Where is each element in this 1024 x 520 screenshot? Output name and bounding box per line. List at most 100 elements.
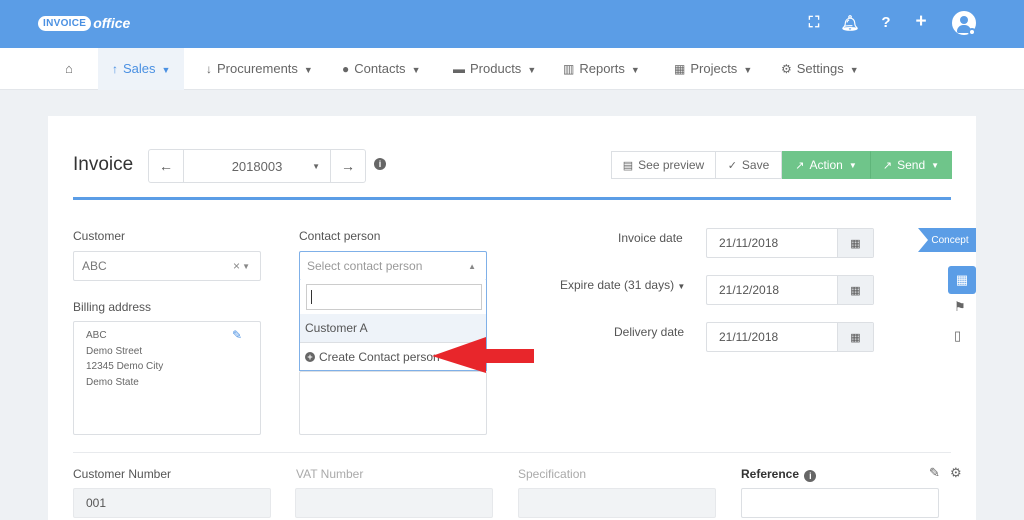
pencil-icon[interactable]: ✎ bbox=[929, 465, 940, 481]
customer-number-value: 001 bbox=[86, 496, 107, 510]
customer-number-field[interactable]: 001 bbox=[73, 488, 271, 518]
invoice-number-selector: ← 2018003 ▼ → bbox=[148, 149, 366, 183]
see-preview-label: See preview bbox=[638, 158, 705, 172]
delivery-date-label: Delivery date bbox=[614, 325, 685, 339]
contact-person-label: Contact person bbox=[299, 229, 381, 243]
expire-date-label-text: Expire date (31 days) bbox=[560, 278, 675, 292]
reference-label-text: Reference bbox=[741, 467, 800, 481]
expire-date-label[interactable]: Expire date (31 days) ▼ bbox=[560, 278, 685, 292]
arrow-up-icon: ↑ bbox=[112, 62, 118, 76]
send-label: Send bbox=[897, 158, 926, 172]
calendar-icon[interactable]: ▦ bbox=[948, 266, 976, 294]
invoice-date-value: 21/11/2018 bbox=[719, 236, 779, 250]
see-preview-button[interactable]: ▤ See preview bbox=[611, 151, 716, 179]
customer-select[interactable]: ABC × ▼ bbox=[73, 251, 261, 281]
main-nav: ⌂ ↑ Sales ▼ ↓ Procurements ▼ ● Contacts ▼ ▬ Pro… bbox=[0, 48, 1024, 90]
nav-item-label: Sales bbox=[123, 61, 156, 76]
customer-label: Customer bbox=[73, 229, 126, 243]
nav-item-label: Reports bbox=[579, 61, 625, 76]
vat-number-field[interactable] bbox=[295, 488, 493, 518]
chevron-down-icon: ▼ bbox=[630, 65, 640, 75]
file-icon[interactable]: ▯ bbox=[954, 328, 961, 344]
info-icon[interactable]: i bbox=[374, 158, 386, 170]
specification-field[interactable] bbox=[518, 488, 716, 518]
save-button[interactable]: ✓ Save bbox=[715, 151, 782, 179]
billing-address-label: Billing address bbox=[73, 300, 152, 314]
create-contact-label: Create Contact person bbox=[319, 349, 440, 364]
chevron-down-icon: ▼ bbox=[849, 65, 859, 75]
save-label: Save bbox=[741, 158, 770, 172]
flag-icon[interactable]: ⚑ bbox=[954, 299, 966, 315]
avatar-status-dot bbox=[968, 28, 976, 36]
gear-icon[interactable]: ⚙ bbox=[950, 465, 962, 481]
calendar-icon[interactable]: ▦ bbox=[837, 229, 873, 257]
chevron-down-icon: ▼ bbox=[411, 65, 421, 75]
nav-item-sales[interactable]: ↑ Sales ▼ bbox=[98, 48, 185, 90]
address-line: Demo State bbox=[86, 376, 139, 388]
header-divider bbox=[73, 197, 951, 200]
delivery-date-field[interactable]: 21/11/2018 ▦ bbox=[706, 322, 874, 352]
app-logo[interactable]: INVOICE office bbox=[38, 12, 130, 34]
nav-item-label: Settings bbox=[796, 61, 844, 76]
invoice-date-field[interactable]: 21/11/2018 ▦ bbox=[706, 228, 874, 258]
expire-date-field[interactable]: 21/12/2018 ▦ bbox=[706, 275, 874, 305]
home-icon[interactable]: ⌂ bbox=[65, 48, 73, 90]
chevron-down-icon: ▼ bbox=[303, 65, 313, 75]
send-button[interactable]: ↗ Send ▼ bbox=[870, 151, 952, 179]
top-bar: INVOICE office ⛶ 🔔︎ ? + bbox=[0, 0, 1024, 48]
address-line: Demo Street bbox=[86, 345, 143, 357]
chevron-down-icon: ▼ bbox=[527, 65, 537, 75]
invoice-number-value: 2018003 bbox=[231, 158, 283, 174]
nav-item-products[interactable]: ▬ Products ▼ bbox=[453, 48, 536, 90]
plus-circle-icon: + bbox=[305, 351, 315, 362]
option-label: Customer A bbox=[305, 321, 368, 335]
reference-label: Reference i bbox=[741, 467, 817, 482]
external-link-icon: ↗ bbox=[795, 159, 805, 172]
reference-field[interactable] bbox=[741, 488, 939, 518]
delivery-date-value: 21/11/2018 bbox=[719, 330, 779, 344]
page-title: Invoice bbox=[73, 154, 134, 175]
nav-item-reports[interactable]: ▥ Reports ▼ bbox=[563, 48, 640, 90]
nav-item-label: Products bbox=[470, 61, 522, 76]
bell-icon[interactable]: 🔔︎ bbox=[840, 14, 860, 32]
nav-item-procurements[interactable]: ↓ Procurements ▼ bbox=[206, 48, 313, 90]
caret-up-icon: ▲ bbox=[468, 261, 476, 271]
nav-item-contacts[interactable]: ● Contacts ▼ bbox=[342, 48, 420, 90]
clear-icon[interactable]: × bbox=[233, 259, 240, 273]
plus-icon[interactable]: + bbox=[911, 11, 931, 33]
action-button[interactable]: ↗ Action ▼ bbox=[782, 151, 870, 179]
cart-icon: ▬ bbox=[453, 62, 465, 76]
gear-icon: ⚙ bbox=[781, 62, 792, 76]
help-icon[interactable]: ? bbox=[876, 14, 896, 31]
fullscreen-icon[interactable]: ⛶ bbox=[804, 14, 824, 31]
address-line: 12345 Demo City bbox=[86, 361, 164, 372]
arrow-right-icon[interactable]: → bbox=[331, 150, 365, 182]
printer-icon: ▤ bbox=[622, 159, 634, 172]
text-cursor bbox=[311, 290, 312, 304]
invoice-number-select[interactable]: 2018003 ▼ bbox=[183, 150, 331, 182]
caret-down-icon: ▼ bbox=[242, 261, 250, 271]
arrow-left-icon[interactable]: ← bbox=[149, 150, 183, 182]
contact-person-select[interactable]: Select contact person ▲ bbox=[299, 251, 487, 281]
nav-item-settings[interactable]: ⚙ Settings ▼ bbox=[781, 48, 859, 90]
calendar-icon: ▦ bbox=[674, 62, 686, 76]
nav-item-label: Procurements bbox=[217, 61, 298, 76]
external-link-icon: ↗ bbox=[882, 159, 893, 172]
billing-address-text: ABC Demo Street 12345 Demo City Demo Sta… bbox=[86, 328, 163, 390]
logo-text: office bbox=[93, 15, 131, 31]
caret-down-icon: ▼ bbox=[931, 160, 940, 170]
bar-chart-icon: ▥ bbox=[563, 62, 575, 76]
caret-down-icon: ▼ bbox=[848, 160, 857, 170]
edit-address-icon[interactable]: ✎ bbox=[232, 328, 242, 342]
specification-label: Specification bbox=[518, 467, 587, 481]
nav-item-projects[interactable]: ▦ Projects ▼ bbox=[674, 48, 752, 90]
calendar-icon[interactable]: ▦ bbox=[837, 276, 873, 304]
address-line: ABC bbox=[86, 330, 107, 341]
vat-number-label: VAT Number bbox=[296, 467, 364, 481]
calendar-icon[interactable]: ▦ bbox=[837, 323, 873, 351]
arrow-down-icon: ↓ bbox=[206, 62, 212, 76]
logo-badge: INVOICE bbox=[38, 15, 92, 31]
chevron-down-icon: ▼ bbox=[743, 65, 753, 75]
contact-search-input[interactable] bbox=[306, 284, 482, 310]
contact-person-box bbox=[299, 371, 487, 435]
